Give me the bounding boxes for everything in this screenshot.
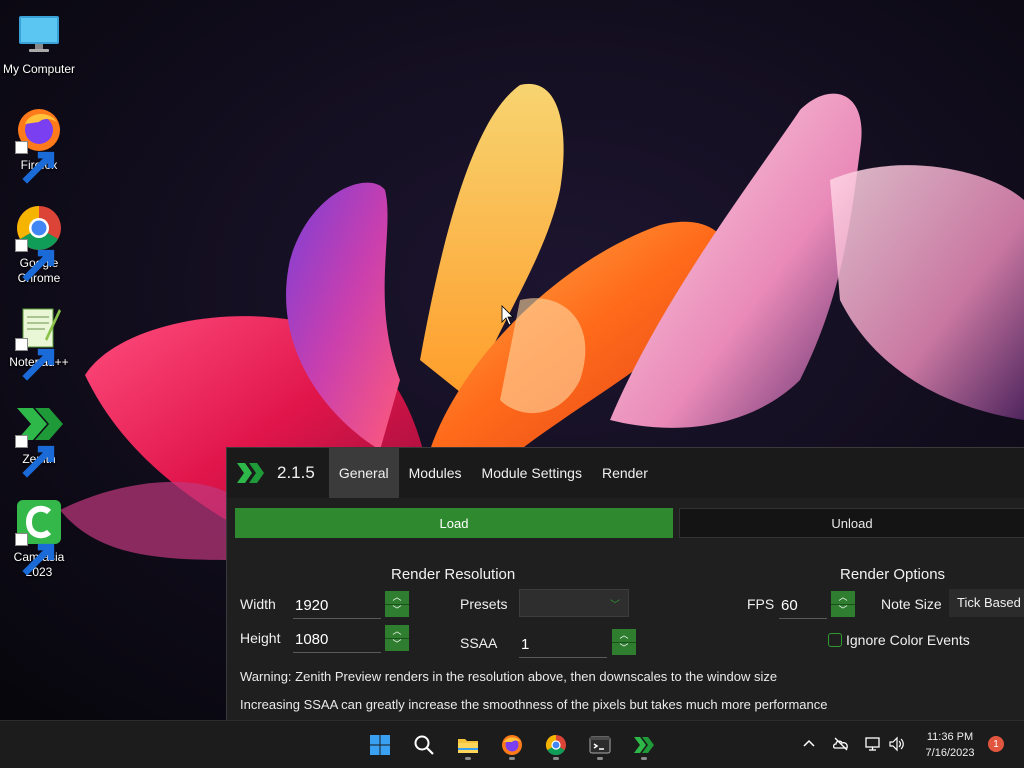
- warning-text-resolution: Warning: Zenith Preview renders in the r…: [240, 669, 778, 684]
- tab-module-settings[interactable]: Module Settings: [472, 448, 592, 498]
- chrome-icon: [545, 734, 566, 756]
- zenith-icon: [634, 737, 654, 753]
- height-spinner[interactable]: ︿ ﹀: [385, 625, 409, 651]
- presets-label: Presets: [460, 596, 508, 612]
- ignore-color-events-label: Ignore Color Events: [846, 632, 970, 648]
- zenith-window: 2.1.5 General Modules Module Settings Re…: [226, 447, 1024, 720]
- shortcut-arrow-icon: [15, 338, 55, 381]
- decrement-icon[interactable]: ﹀: [831, 603, 855, 618]
- desktop-icon-notepad-plus-plus[interactable]: Notepad++: [0, 303, 78, 381]
- camtasia-icon: [15, 498, 63, 576]
- width-input[interactable]: 1920: [293, 593, 381, 619]
- desktop-icon-chrome[interactable]: Google Chrome: [0, 204, 78, 286]
- shortcut-arrow-icon: [15, 141, 55, 184]
- width-label: Width: [240, 596, 276, 612]
- fps-input[interactable]: 60: [779, 593, 827, 619]
- increment-icon[interactable]: ︿: [831, 591, 855, 604]
- decrement-icon[interactable]: ﹀: [385, 603, 409, 618]
- search-button[interactable]: [408, 729, 440, 761]
- search-icon: [414, 735, 434, 755]
- taskbar-firefox[interactable]: [496, 729, 528, 761]
- running-indicator: [641, 757, 647, 760]
- monitor-icon: [15, 10, 63, 58]
- notepad-plus-plus-icon: [15, 303, 63, 381]
- taskbar-terminal[interactable]: [584, 729, 616, 761]
- taskbar-zenith[interactable]: [628, 729, 660, 761]
- tab-render[interactable]: Render: [592, 448, 658, 498]
- chrome-icon: [15, 204, 63, 282]
- ignore-color-events-checkbox[interactable]: [828, 633, 842, 647]
- version-label: 2.1.5: [277, 463, 315, 482]
- clock-date: 7/16/2023: [925, 747, 975, 759]
- ssaa-input[interactable]: 1: [519, 632, 607, 658]
- ssaa-spinner[interactable]: ︿ ﹀: [612, 629, 636, 655]
- firefox-icon: [15, 106, 63, 184]
- volume-icon[interactable]: [888, 735, 906, 753]
- running-indicator: [509, 757, 515, 760]
- taskbar-file-explorer[interactable]: [452, 729, 484, 761]
- fps-spinner[interactable]: ︿ ﹀: [831, 591, 855, 617]
- desktop-icon-label: My Computer: [2, 62, 76, 76]
- fps-label: FPS: [747, 596, 775, 612]
- increment-icon[interactable]: ︿: [385, 591, 409, 604]
- shortcut-arrow-icon: [15, 435, 55, 478]
- note-size-dropdown[interactable]: Tick Based: [949, 589, 1024, 617]
- decrement-icon[interactable]: ﹀: [385, 637, 409, 652]
- decrement-icon[interactable]: ﹀: [612, 641, 636, 656]
- height-label: Height: [240, 630, 281, 646]
- zenith-icon: [15, 400, 63, 478]
- render-resolution-title: Render Resolution: [391, 566, 516, 583]
- ssaa-label: SSAA: [460, 635, 498, 651]
- clock-time: 11:36 PM: [926, 731, 974, 743]
- onedrive-offline-icon[interactable]: [832, 735, 850, 753]
- taskbar: 11:36 PM 7/16/2023: [0, 720, 1024, 768]
- unload-button[interactable]: Unload: [679, 508, 1024, 538]
- terminal-icon: [589, 736, 611, 754]
- tab-modules[interactable]: Modules: [399, 448, 472, 498]
- firefox-icon: [502, 735, 522, 755]
- desktop-icon-zenith[interactable]: Zenith: [0, 400, 78, 478]
- increment-icon[interactable]: ︿: [385, 625, 409, 638]
- file-explorer-icon: [458, 739, 478, 753]
- desktop-icon-my-computer[interactable]: My Computer: [0, 10, 78, 77]
- warning-text-ssaa: Increasing SSAA can greatly increase the…: [240, 697, 828, 712]
- desktop-icon-firefox[interactable]: Firefox: [0, 106, 78, 184]
- shortcut-arrow-icon: [15, 533, 55, 576]
- presets-dropdown[interactable]: ﹀: [519, 589, 629, 617]
- desktop-icon-camtasia[interactable]: Camtasia 2023: [0, 498, 78, 580]
- increment-icon[interactable]: ︿: [612, 629, 636, 642]
- running-indicator: [465, 757, 471, 760]
- height-input[interactable]: 1080: [293, 627, 381, 653]
- render-options-title: Render Options: [840, 566, 946, 583]
- clock[interactable]: 11:36 PM 7/16/2023: [916, 729, 984, 761]
- zenith-top-bar: 2.1.5 General Modules Module Settings Re…: [227, 448, 1024, 498]
- running-indicator: [553, 757, 559, 760]
- note-size-label: Note Size: [881, 596, 942, 612]
- shortcut-arrow-icon: [15, 239, 55, 282]
- notification-badge[interactable]: 1: [988, 736, 1004, 752]
- tab-general[interactable]: General: [328, 448, 399, 498]
- windows-start-icon: [370, 735, 390, 755]
- width-spinner[interactable]: ︿ ﹀: [385, 591, 409, 617]
- running-indicator: [597, 757, 603, 760]
- start-button[interactable]: [364, 729, 396, 761]
- taskbar-chrome[interactable]: [540, 729, 572, 761]
- tray-overflow-chevron-up-icon[interactable]: [800, 735, 818, 753]
- network-icon[interactable]: [864, 735, 882, 753]
- zenith-logo-icon: [237, 463, 264, 483]
- load-button[interactable]: Load: [235, 508, 673, 538]
- chevron-down-icon: ﹀: [610, 600, 620, 611]
